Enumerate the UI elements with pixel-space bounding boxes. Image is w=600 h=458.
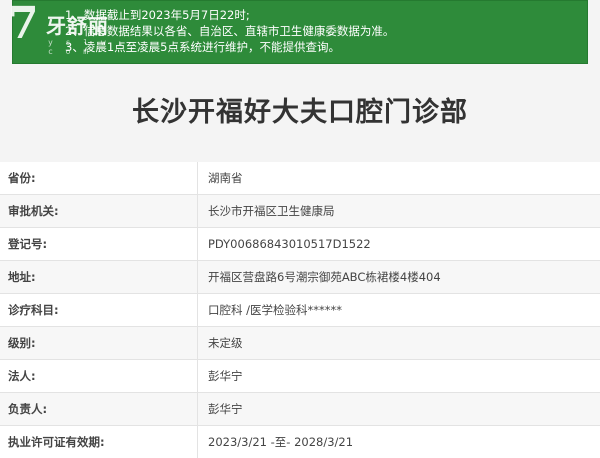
row-label: 法人:: [0, 360, 198, 392]
row-label: 诊疗科目:: [0, 294, 198, 326]
row-label: 省份:: [0, 162, 198, 194]
row-label: 级别:: [0, 327, 198, 359]
details-table: 省份: 湖南省 审批机关: 长沙市开福区卫生健康局 登记号: PDY006868…: [0, 162, 600, 458]
row-value: 口腔科 /医学检验科******: [208, 303, 343, 317]
notice-line: 3、凌晨1点至凌晨5点系统进行维护，不能提供查询。: [65, 40, 340, 54]
table-row: 地址: 开福区营盘路6号潮宗御苑ABC栋裙楼4楼404: [0, 261, 600, 294]
row-value: 湖南省: [208, 171, 243, 185]
site-logo[interactable]: 7 牙舒丽 y s l w . c o m: [8, 2, 138, 60]
row-value: PDY00686843010517D1522: [208, 237, 371, 251]
table-row: 级别: 未定级: [0, 327, 600, 360]
row-value: 2023/3/21 -至- 2028/3/21: [208, 435, 354, 449]
notice-line: 1、数据截止到2023年5月7日22时;: [65, 8, 250, 22]
row-value: 开福区营盘路6号潮宗御苑ABC栋裙楼4楼404: [208, 270, 441, 284]
logo-subtext: y s l w . c o m: [48, 38, 128, 56]
row-value: 未定级: [208, 336, 243, 350]
table-row: 省份: 湖南省: [0, 162, 600, 195]
row-label: 审批机关:: [0, 195, 198, 227]
row-value: 彭华宁: [208, 369, 243, 383]
logo-mark: 7: [8, 0, 39, 49]
row-value: 彭华宁: [208, 402, 243, 416]
table-row: 诊疗科目: 口腔科 /医学检验科******: [0, 294, 600, 327]
row-label: 负责人:: [0, 393, 198, 425]
row-label: 地址:: [0, 261, 198, 293]
table-row: 执业许可证有效期: 2023/3/21 -至- 2028/3/21: [0, 426, 600, 458]
logo-text: 牙舒丽: [46, 14, 109, 38]
row-label: 登记号:: [0, 228, 198, 260]
table-row: 审批机关: 长沙市开福区卫生健康局: [0, 195, 600, 228]
notice-line: 2、信息数据结果以各省、自治区、直辖市卫生健康委数据为准。: [65, 24, 395, 38]
row-value: 长沙市开福区卫生健康局: [208, 204, 335, 218]
table-row: 负责人: 彭华宁: [0, 393, 600, 426]
row-label: 执业许可证有效期:: [0, 426, 198, 458]
page-title: 长沙开福好大夫口腔门诊部: [132, 97, 468, 128]
table-row: 法人: 彭华宁: [0, 360, 600, 393]
table-row: 登记号: PDY00686843010517D1522: [0, 228, 600, 261]
